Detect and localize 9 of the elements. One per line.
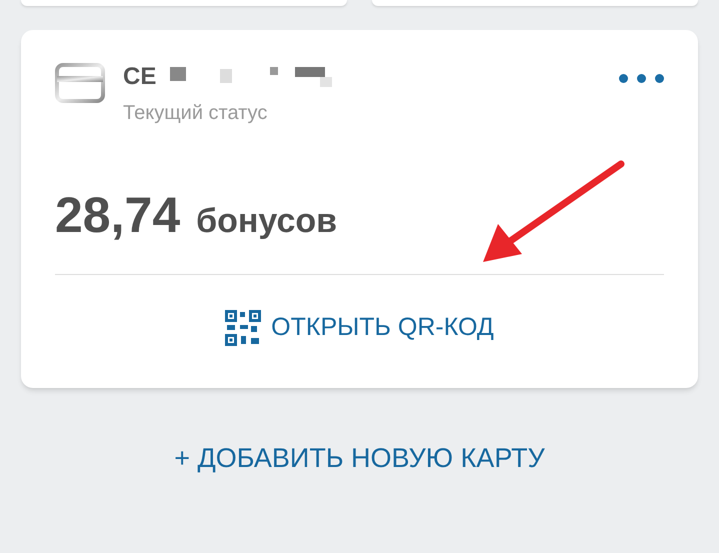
more-icon[interactable] xyxy=(619,74,664,83)
qr-code-icon xyxy=(225,310,262,346)
bonus-unit: бонусов xyxy=(196,204,338,238)
card-icon xyxy=(55,63,105,103)
card-title: СЕ xyxy=(123,62,156,92)
add-card-link[interactable]: + ДОБАВИТЬ НОВУЮ КАРТУ xyxy=(174,438,545,478)
card-subtitle: Текущий статус xyxy=(123,101,268,126)
bonus-amount: 28,74 xyxy=(55,190,180,240)
open-qr-button[interactable]: ОТКРЫТЬ QR-КОД xyxy=(225,309,494,346)
